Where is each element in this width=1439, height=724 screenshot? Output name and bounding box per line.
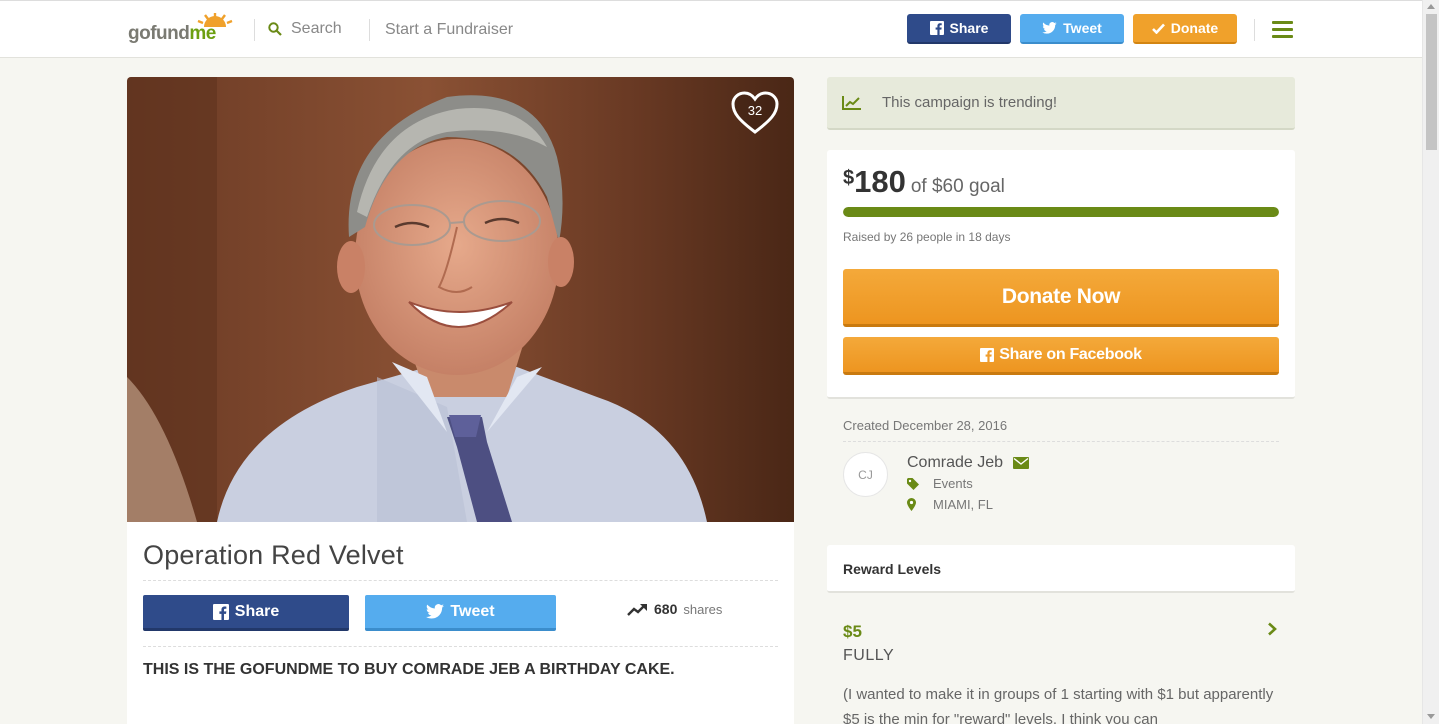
favorite-heart-button[interactable]: 32 — [731, 91, 779, 135]
raised-amount: 180 — [854, 164, 906, 199]
currency-symbol: $ — [843, 167, 855, 189]
check-icon — [1151, 23, 1165, 34]
campaign-card: 32 Operation Red Velvet Share Tweet 680 … — [127, 77, 794, 724]
heart-count: 32 — [747, 103, 763, 118]
donation-card: $ 180 of $60 goal Raised by 26 people in… — [827, 150, 1295, 399]
divider — [843, 441, 1279, 442]
hamburger-menu-icon[interactable] — [1272, 21, 1293, 38]
shares-label: shares — [683, 601, 723, 617]
organizer-location: MIAMI, FL — [907, 497, 993, 512]
organizer-location-text: MIAMI, FL — [933, 497, 993, 512]
organizer-name-text: Comrade Jeb — [907, 454, 1004, 471]
tweet-label: Tweet — [450, 602, 495, 620]
share-on-facebook-label: Share on Facebook — [999, 345, 1142, 363]
reward-title: FULLY — [843, 647, 895, 664]
scrollbar-thumb[interactable] — [1426, 14, 1437, 150]
campaign-description: THIS IS THE GOFUNDME TO BUY COMRADE JEB … — [143, 661, 675, 678]
donate-now-button[interactable]: Donate Now — [843, 269, 1279, 327]
twitter-icon — [1042, 22, 1057, 34]
header-donate-label: Donate — [1170, 20, 1219, 36]
campaign-photo: 32 — [127, 77, 794, 522]
created-date: Created December 28, 2016 — [843, 418, 1008, 433]
amount-raised: $ 180 of $60 goal — [843, 164, 1005, 200]
facebook-icon — [929, 21, 944, 35]
search-link[interactable]: Search — [268, 20, 342, 38]
campaign-title: Operation Red Velvet — [143, 540, 404, 570]
tag-icon — [907, 477, 919, 490]
sun-icon — [197, 13, 233, 27]
divider — [254, 19, 255, 41]
tweet-button[interactable]: Tweet — [365, 595, 556, 631]
progress-bar — [843, 207, 1279, 217]
divider — [143, 646, 778, 647]
top-navigation-bar: gofundme Search Start a Fundraiser Share… — [0, 0, 1422, 58]
twitter-icon — [426, 604, 445, 619]
trending-banner: This campaign is trending! — [827, 77, 1295, 130]
search-icon — [268, 22, 282, 36]
header-share-button[interactable]: Share — [907, 14, 1011, 44]
divider — [369, 19, 370, 41]
reward-level-item[interactable]: $5 FULLY (I wanted to make it in groups … — [827, 606, 1295, 724]
reward-levels-title: Reward Levels — [843, 561, 942, 577]
share-on-facebook-button[interactable]: Share on Facebook — [843, 337, 1279, 375]
goal-text: of $60 goal — [910, 176, 1005, 197]
facebook-icon — [212, 603, 229, 620]
page-scrollbar[interactable] — [1422, 0, 1439, 724]
shares-number: 680 — [654, 601, 678, 617]
header-donate-button[interactable]: Donate — [1133, 14, 1237, 44]
envelope-icon[interactable] — [1013, 457, 1030, 469]
organizer-category: Events — [907, 476, 973, 491]
organizer-name[interactable]: Comrade Jeb — [907, 454, 1030, 472]
campaign-photo-image — [127, 77, 794, 522]
divider — [143, 580, 778, 581]
reward-description: (I wanted to make it in groups of 1 star… — [843, 686, 1274, 724]
reward-amount: $5 — [843, 622, 862, 641]
raised-by-text: Raised by 26 people in 18 days — [843, 230, 1011, 244]
header-tweet-label: Tweet — [1063, 20, 1102, 36]
header-share-label: Share — [949, 20, 989, 36]
trending-text: This campaign is trending! — [882, 94, 1058, 111]
map-pin-icon — [907, 498, 916, 511]
organizer-category-text: Events — [933, 476, 973, 491]
trending-icon — [627, 603, 647, 616]
scroll-up-arrow-icon[interactable] — [1427, 4, 1435, 9]
progress-fill — [843, 207, 1279, 217]
share-count: 680 shares — [627, 601, 722, 617]
divider — [1254, 19, 1255, 41]
facebook-icon — [980, 347, 995, 362]
share-button[interactable]: Share — [143, 595, 349, 631]
avatar[interactable]: CJ — [843, 452, 888, 497]
scroll-down-arrow-icon[interactable] — [1427, 714, 1435, 719]
reward-levels-header: Reward Levels — [827, 545, 1295, 593]
chevron-right-icon[interactable] — [1267, 622, 1277, 636]
share-label: Share — [234, 602, 280, 620]
search-label: Search — [291, 20, 342, 37]
chart-trend-icon — [842, 96, 861, 110]
gofundme-logo[interactable]: gofundme — [128, 13, 238, 47]
start-fundraiser-link[interactable]: Start a Fundraiser — [385, 21, 513, 39]
header-tweet-button[interactable]: Tweet — [1020, 14, 1124, 44]
